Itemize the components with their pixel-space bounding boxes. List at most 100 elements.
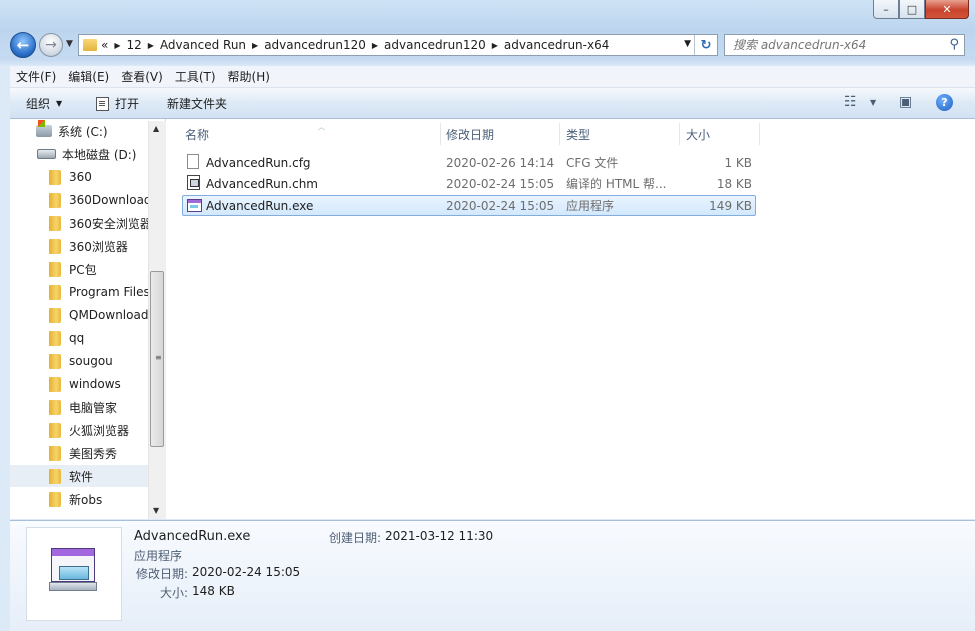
- search-input[interactable]: [731, 37, 945, 53]
- menu-help[interactable]: 帮助(H): [222, 68, 276, 85]
- scroll-up-icon[interactable]: ▲: [153, 124, 159, 133]
- tree-folder-item[interactable]: 软件: [10, 465, 148, 487]
- folder-icon: [49, 399, 61, 415]
- folder-icon: [49, 261, 61, 277]
- address-dropdown-icon[interactable]: ▼: [684, 39, 691, 49]
- scroll-down-icon[interactable]: ▼: [153, 506, 159, 515]
- column-header-size[interactable]: 大小: [680, 123, 760, 145]
- tree-item-label: Program Files: [69, 285, 150, 299]
- chevron-down-icon: ▼: [66, 39, 73, 49]
- tree-folder-item[interactable]: windows: [10, 373, 148, 395]
- column-header-label: 名称: [185, 127, 210, 142]
- column-header-name[interactable]: 名称 ︿: [179, 123, 441, 145]
- breadcrumb: « ▶ 12 ▶ Advanced Run ▶ advancedrun120 ▶…: [101, 38, 609, 52]
- tree-item-label: 软件: [69, 469, 94, 484]
- navigation-bar: ← → ▼ « ▶ 12 ▶ Advanced Run ▶ advancedru…: [0, 28, 975, 62]
- tree-folder-item[interactable]: Program Files: [10, 281, 150, 303]
- address-bar[interactable]: « ▶ 12 ▶ Advanced Run ▶ advancedrun120 ▶…: [78, 34, 718, 56]
- navigation-pane: 系统 (C:) 本地磁盘 (D:) 360 360Download 360安全浏览器…: [10, 119, 166, 519]
- folder-icon: [49, 422, 61, 438]
- grip-icon: ≡: [155, 353, 162, 362]
- details-modified-label: 修改日期:: [136, 567, 189, 581]
- tree-folder-item[interactable]: 新obs: [10, 488, 148, 510]
- column-header-label: 大小: [686, 127, 711, 142]
- file-row[interactable]: AdvancedRun.chm 2020-02-24 15:05 编译的 HTM…: [182, 173, 756, 194]
- file-date: 2020-02-24 15:05: [446, 198, 555, 213]
- tree-item-label: windows: [69, 377, 121, 391]
- view-dropdown-icon[interactable]: ▼: [870, 98, 876, 107]
- file-date: 2020-02-26 14:14: [446, 155, 555, 170]
- search-box[interactable]: ⚲: [724, 34, 965, 56]
- exe-file-icon: [187, 199, 202, 212]
- new-folder-button[interactable]: 新建文件夹: [167, 95, 227, 112]
- tree-folder-item[interactable]: 火狐浏览器: [10, 419, 148, 441]
- tree-folder-item[interactable]: qq: [10, 327, 148, 349]
- file-type: CFG 文件: [566, 156, 619, 170]
- scrollbar-thumb[interactable]: ≡: [150, 271, 164, 447]
- nav-pane-scrollbar[interactable]: ▲ ≡ ▼: [148, 121, 166, 519]
- chevron-right-icon[interactable]: ▶: [492, 41, 498, 50]
- column-header-date[interactable]: 修改日期: [440, 123, 560, 145]
- chevron-right-icon[interactable]: ▶: [148, 41, 154, 50]
- refresh-icon: ↻: [700, 37, 712, 53]
- tree-folder-item[interactable]: 360浏览器: [10, 235, 148, 257]
- file-type: 应用程序: [566, 199, 615, 213]
- explorer-window: – □ ✕ ← → ▼ « ▶ 12 ▶ Advanced Run ▶ adva…: [0, 0, 975, 631]
- menu-file[interactable]: 文件(F): [10, 68, 62, 85]
- breadcrumb-item[interactable]: advancedrun120: [384, 38, 486, 52]
- menu-view[interactable]: 查看(V): [115, 68, 169, 85]
- tree-folder-item[interactable]: sougou: [10, 350, 148, 372]
- open-icon: [96, 96, 109, 111]
- tree-folder-item[interactable]: 360: [10, 166, 148, 188]
- recent-pages-dropdown[interactable]: ▼: [66, 39, 73, 49]
- preview-pane-icon[interactable]: ▣: [899, 94, 912, 110]
- tree-folder-item[interactable]: 360安全浏览器: [10, 212, 152, 234]
- maximize-button[interactable]: □: [899, 0, 925, 19]
- back-button[interactable]: ←: [10, 32, 36, 58]
- help-icon[interactable]: ?: [936, 94, 953, 111]
- change-view-icon[interactable]: ☷: [844, 94, 857, 110]
- breadcrumb-item[interactable]: advancedrun-x64: [504, 38, 609, 52]
- tree-folder-item[interactable]: PC包: [10, 258, 148, 280]
- breadcrumb-item[interactable]: advancedrun120: [264, 38, 366, 52]
- application-icon: [49, 548, 97, 592]
- chevron-right-icon[interactable]: ▶: [114, 41, 120, 50]
- open-label: 打开: [115, 97, 140, 111]
- menu-tools[interactable]: 工具(T): [169, 68, 222, 85]
- tree-folder-item[interactable]: 电脑管家: [10, 396, 148, 418]
- breadcrumb-item[interactable]: Advanced Run: [160, 38, 246, 52]
- menu-edit[interactable]: 编辑(E): [62, 68, 115, 85]
- tree-folder-item[interactable]: 360Download: [10, 189, 152, 211]
- column-header-type[interactable]: 类型: [560, 123, 680, 145]
- chevron-down-icon: ▼: [56, 99, 63, 108]
- breadcrumb-item[interactable]: 12: [127, 38, 142, 52]
- tree-item-label: qq: [69, 331, 85, 345]
- folder-icon: [49, 238, 61, 254]
- tree-item-label: 360安全浏览器: [69, 216, 152, 231]
- folder-icon: [49, 284, 61, 300]
- tree-drive-d[interactable]: 本地磁盘 (D:): [37, 143, 165, 165]
- chevron-right-icon[interactable]: ▶: [252, 41, 258, 50]
- forward-button[interactable]: →: [39, 33, 63, 57]
- file-row-selected[interactable]: AdvancedRun.exe 2020-02-24 15:05 应用程序 14…: [182, 195, 756, 216]
- open-button[interactable]: 打开: [96, 95, 139, 112]
- close-button[interactable]: ✕: [925, 0, 969, 19]
- refresh-button[interactable]: ↻: [694, 35, 717, 55]
- search-icon[interactable]: ⚲: [949, 37, 959, 52]
- arrow-left-icon: ←: [16, 36, 30, 54]
- tree-item-label: PC包: [69, 262, 97, 277]
- folder-icon: [49, 307, 61, 323]
- tree-drive-c[interactable]: 系统 (C:): [36, 120, 165, 142]
- details-kind: 应用程序: [134, 549, 183, 563]
- tree-item-label: 本地磁盘 (D:): [62, 147, 137, 162]
- tree-folder-item[interactable]: QMDownload: [10, 304, 148, 326]
- file-thumbnail: [26, 527, 122, 621]
- organize-button[interactable]: 组织 ▼: [26, 95, 62, 112]
- folder-icon: [49, 445, 61, 461]
- file-row[interactable]: AdvancedRun.cfg 2020-02-26 14:14 CFG 文件 …: [182, 152, 756, 173]
- tree-folder-item[interactable]: 美图秀秀: [10, 442, 148, 464]
- breadcrumb-overflow[interactable]: «: [101, 38, 108, 52]
- minimize-button[interactable]: –: [873, 0, 899, 19]
- chevron-right-icon[interactable]: ▶: [372, 41, 378, 50]
- file-size: 18 KB: [716, 176, 752, 191]
